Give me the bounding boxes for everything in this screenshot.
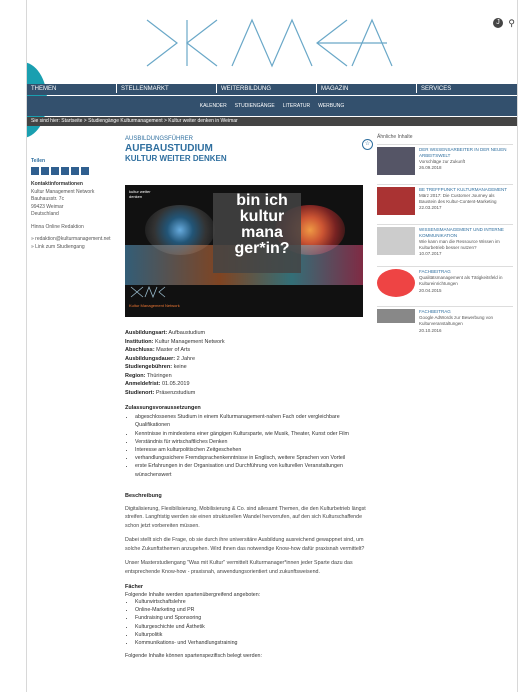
email-link[interactable]: » redaktion@kulturmanagement.net: [31, 236, 121, 243]
nav-item-stellenmarkt[interactable]: STELLENMARKT: [117, 84, 217, 93]
list-item: erste Erfahrungen in der Organisation un…: [135, 462, 370, 478]
user-avatar[interactable]: J: [493, 18, 503, 28]
print-icon[interactable]: [81, 167, 89, 175]
related-item[interactable]: FACHBEITRAG Qualitätsmanagement als Täti…: [377, 266, 513, 298]
contact-line: Bauhausstr. 7c: [31, 196, 65, 202]
related-item[interactable]: BE TREFFPUNKT KULTURMANAGEMENT März 2017…: [377, 184, 513, 215]
email-icon[interactable]: [61, 167, 69, 175]
study-link[interactable]: » Link zum Studiengang: [31, 244, 121, 251]
related-text: BE TREFFPUNKT KULTURMANAGEMENT März 2017…: [419, 187, 508, 211]
sub-nav: KALENDER STUDIENGÄNGE LITERATUR WERBUNG: [27, 96, 517, 116]
facebook-icon[interactable]: [41, 167, 49, 175]
share-heading: Teilen: [31, 158, 46, 164]
related-thumbnail: [377, 147, 415, 175]
fact-row: Region: Thüringen: [125, 372, 172, 379]
related-thumbnail: [377, 309, 415, 324]
description-paragraph: Digitalisierung, Flexibilisierung, Mobil…: [125, 505, 366, 529]
nav-item-themen[interactable]: THEMEN: [27, 84, 117, 93]
online-link[interactable]: Hinna Online Redaktion: [31, 224, 121, 231]
list-item: Fundraising und Sponsoring: [135, 614, 370, 622]
xing-icon[interactable]: [51, 167, 59, 175]
article-kicker: AUSBILDUNGSFÜHRER: [125, 136, 194, 142]
requirements-list: abgeschlossenes Studium in einem Kulturm…: [125, 413, 370, 479]
page-frame: J ⚲ THEMEN STELLENMARKT WEITERBILDUNG MA…: [26, 0, 518, 692]
nav-item-weiterbildung[interactable]: WEITERBILDUNG: [217, 84, 317, 93]
related-text: WISSENSMANAGEMENT UND INTERNE KOMMUNIKAT…: [419, 227, 504, 257]
facts-list: Ausbildungsart: Aufbaustudium Institutio…: [125, 329, 370, 397]
contact-line: Kultur Management Network: [31, 188, 95, 195]
list-item: Kulturgeschichte und Ästhetik: [135, 623, 370, 631]
subjects-more: Folgende Inhalte können spartenspezifisc…: [125, 653, 262, 660]
fact-row: Ausbildungsart: Aufbaustudium: [125, 330, 206, 336]
contact-line: 99423 Weimar: [31, 203, 64, 210]
related-text: DER WISSENSARBEITER IN DER NEUEN ARBEITS…: [419, 147, 507, 171]
search-icon[interactable]: ⚲: [508, 18, 515, 29]
article-title: AUFBAUSTUDIUM: [125, 143, 213, 154]
nav-item-services[interactable]: SERVICES: [417, 84, 517, 93]
hero-brand-text: Kultur Management Network: [129, 303, 180, 308]
hero-image: bin ich kultur mana ger*in? kultur weite…: [125, 185, 363, 317]
twitter-icon[interactable]: [31, 167, 39, 175]
main-nav: THEMEN STELLENMARKT WEITERBILDUNG MAGAZI…: [27, 84, 517, 95]
subnav-kalender[interactable]: KALENDER: [200, 103, 227, 109]
hero-tagline: kultur weiter denken: [129, 189, 151, 199]
related-heading: Ähnliche Inhalte: [377, 134, 413, 140]
subnav-werbung[interactable]: WERBUNG: [318, 103, 344, 109]
fact-row: Ausbildungsdauer: 2 Jahre: [125, 355, 195, 362]
subjects-heading: Fächer: [125, 584, 144, 591]
fact-row: Institution: Kultur Management Network: [125, 338, 225, 345]
related-thumbnail: [377, 269, 415, 298]
contact-line: Deutschland: [31, 211, 59, 217]
list-item: Interesse am kulturpolitischen Zeitgesch…: [135, 446, 370, 454]
requirements-heading: Zulassungsvoraussetzungen: [125, 405, 201, 412]
fact-row: Studiengebühren: keine: [125, 364, 187, 371]
list-item: Online-Marketing und PR: [135, 606, 370, 614]
description-paragraph: Dabei stellt sich die Frage, ob sie durc…: [125, 537, 365, 552]
related-sidebar: Ähnliche Inhalte DER WISSENSARBEITER IN …: [377, 134, 513, 343]
contact-heading: Kontaktinformationen: [31, 181, 83, 187]
left-sidebar: Teilen Kontaktinformationen Kultur Manag…: [31, 158, 121, 251]
site-logo[interactable]: [137, 12, 397, 74]
list-item: verhandlungssichere Fremdsprachenkenntni…: [135, 454, 370, 462]
list-item: Kenntnisse in mindestens einer gängigen …: [135, 430, 370, 438]
article: AUSBILDUNGSFÜHRER AUFBAUSTUDIUM KULTUR W…: [125, 136, 370, 659]
nav-item-magazin[interactable]: MAGAZIN: [317, 84, 417, 93]
fact-row: Abschluss: Master of Arts: [125, 347, 191, 354]
subnav-studiengaenge[interactable]: STUDIENGÄNGE: [235, 103, 275, 109]
breadcrumb: Sie sind hier: Startseite > Studiengänge…: [27, 117, 517, 126]
related-text: FACHBEITRAG Qualitätsmanagement als Täti…: [419, 269, 503, 293]
list-item: Kulturpolitik: [135, 631, 370, 639]
description-paragraph: Unser Masterstudiengang "Was mit Kultur"…: [125, 560, 353, 575]
subjects-list: Kulturwirtschaftslehre Online-Marketing …: [125, 598, 370, 647]
hero-brand-logo: [130, 285, 166, 299]
social-icons: [31, 167, 121, 175]
list-item: Kommunikations- und Verhandlungstraining: [135, 639, 370, 647]
related-thumbnail: [377, 187, 415, 215]
related-thumbnail: [377, 227, 415, 255]
subnav-literatur[interactable]: LITERATUR: [283, 103, 310, 109]
related-text: FACHBEITRAG Google AdWords zur Bewerbung…: [419, 309, 493, 333]
fact-row: Studienort: Präsenzstudium: [125, 389, 196, 396]
related-item[interactable]: FACHBEITRAG Google AdWords zur Bewerbung…: [377, 306, 513, 333]
article-subtitle: KULTUR WEITER DENKEN: [125, 154, 227, 163]
fact-row: Anmeldefrist: 01.05.2019: [125, 381, 190, 388]
hero-headline: bin ich kultur mana ger*in?: [234, 192, 290, 257]
related-item[interactable]: WISSENSMANAGEMENT UND INTERNE KOMMUNIKAT…: [377, 224, 513, 257]
list-item: abgeschlossenes Studium in einem Kulturm…: [135, 413, 370, 429]
hero-brand: Kultur Management Network: [129, 285, 199, 309]
description-heading: Beschreibung: [125, 492, 162, 499]
whatsapp-icon[interactable]: [71, 167, 79, 175]
related-item[interactable]: DER WISSENSARBEITER IN DER NEUEN ARBEITS…: [377, 144, 513, 175]
list-item: Verständnis für wirtschaftliches Denken: [135, 438, 370, 446]
list-item: Kulturwirtschaftslehre: [135, 598, 370, 606]
